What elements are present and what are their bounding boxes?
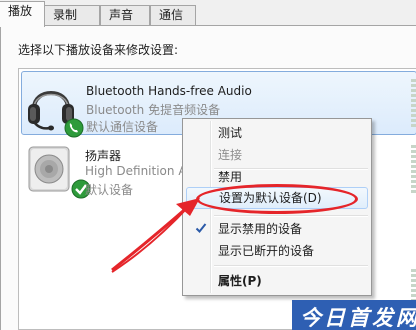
watermark-text: 今日首发网 (300, 305, 416, 330)
device-name: Bluetooth Hands-free Audio (86, 84, 252, 98)
level-meter (411, 145, 416, 195)
tab-communications[interactable]: 通信 (150, 5, 196, 26)
menu-separator (214, 265, 368, 267)
menu-item-show-disabled[interactable]: 显示禁用的设备 (186, 218, 368, 240)
checkmark-icon (195, 223, 207, 233)
instruction-label: 选择以下播放设备来修改设置: (18, 43, 179, 57)
tab-playback[interactable]: 播放 (0, 1, 45, 27)
annotation-ellipse (196, 184, 358, 214)
device-status: 默认设备 (85, 183, 134, 197)
menu-item-label: 显示禁用的设备 (218, 222, 303, 236)
tab-strip: 录制 声音 通信 播放 (0, 0, 416, 27)
device-status: 默认通信设备 (86, 120, 159, 134)
menu-item-connect[interactable]: 连接 (186, 144, 368, 166)
device-description: Bluetooth 免提音频设备 (86, 103, 221, 117)
watermark-logo: 今日首发网 (292, 300, 416, 330)
phone-badge-icon (64, 118, 84, 138)
menu-separator (214, 215, 368, 217)
tab-recording[interactable]: 录制 (44, 5, 100, 26)
menu-item-show-disconnected[interactable]: 显示已断开的设备 (186, 240, 368, 262)
device-name: 扬声器 (85, 149, 122, 163)
menu-item-test[interactable]: 测试 (186, 122, 368, 144)
menu-item-properties[interactable]: 属性(P) (186, 270, 368, 292)
tab-sounds[interactable]: 声音 (100, 5, 150, 26)
level-meter (411, 79, 416, 129)
